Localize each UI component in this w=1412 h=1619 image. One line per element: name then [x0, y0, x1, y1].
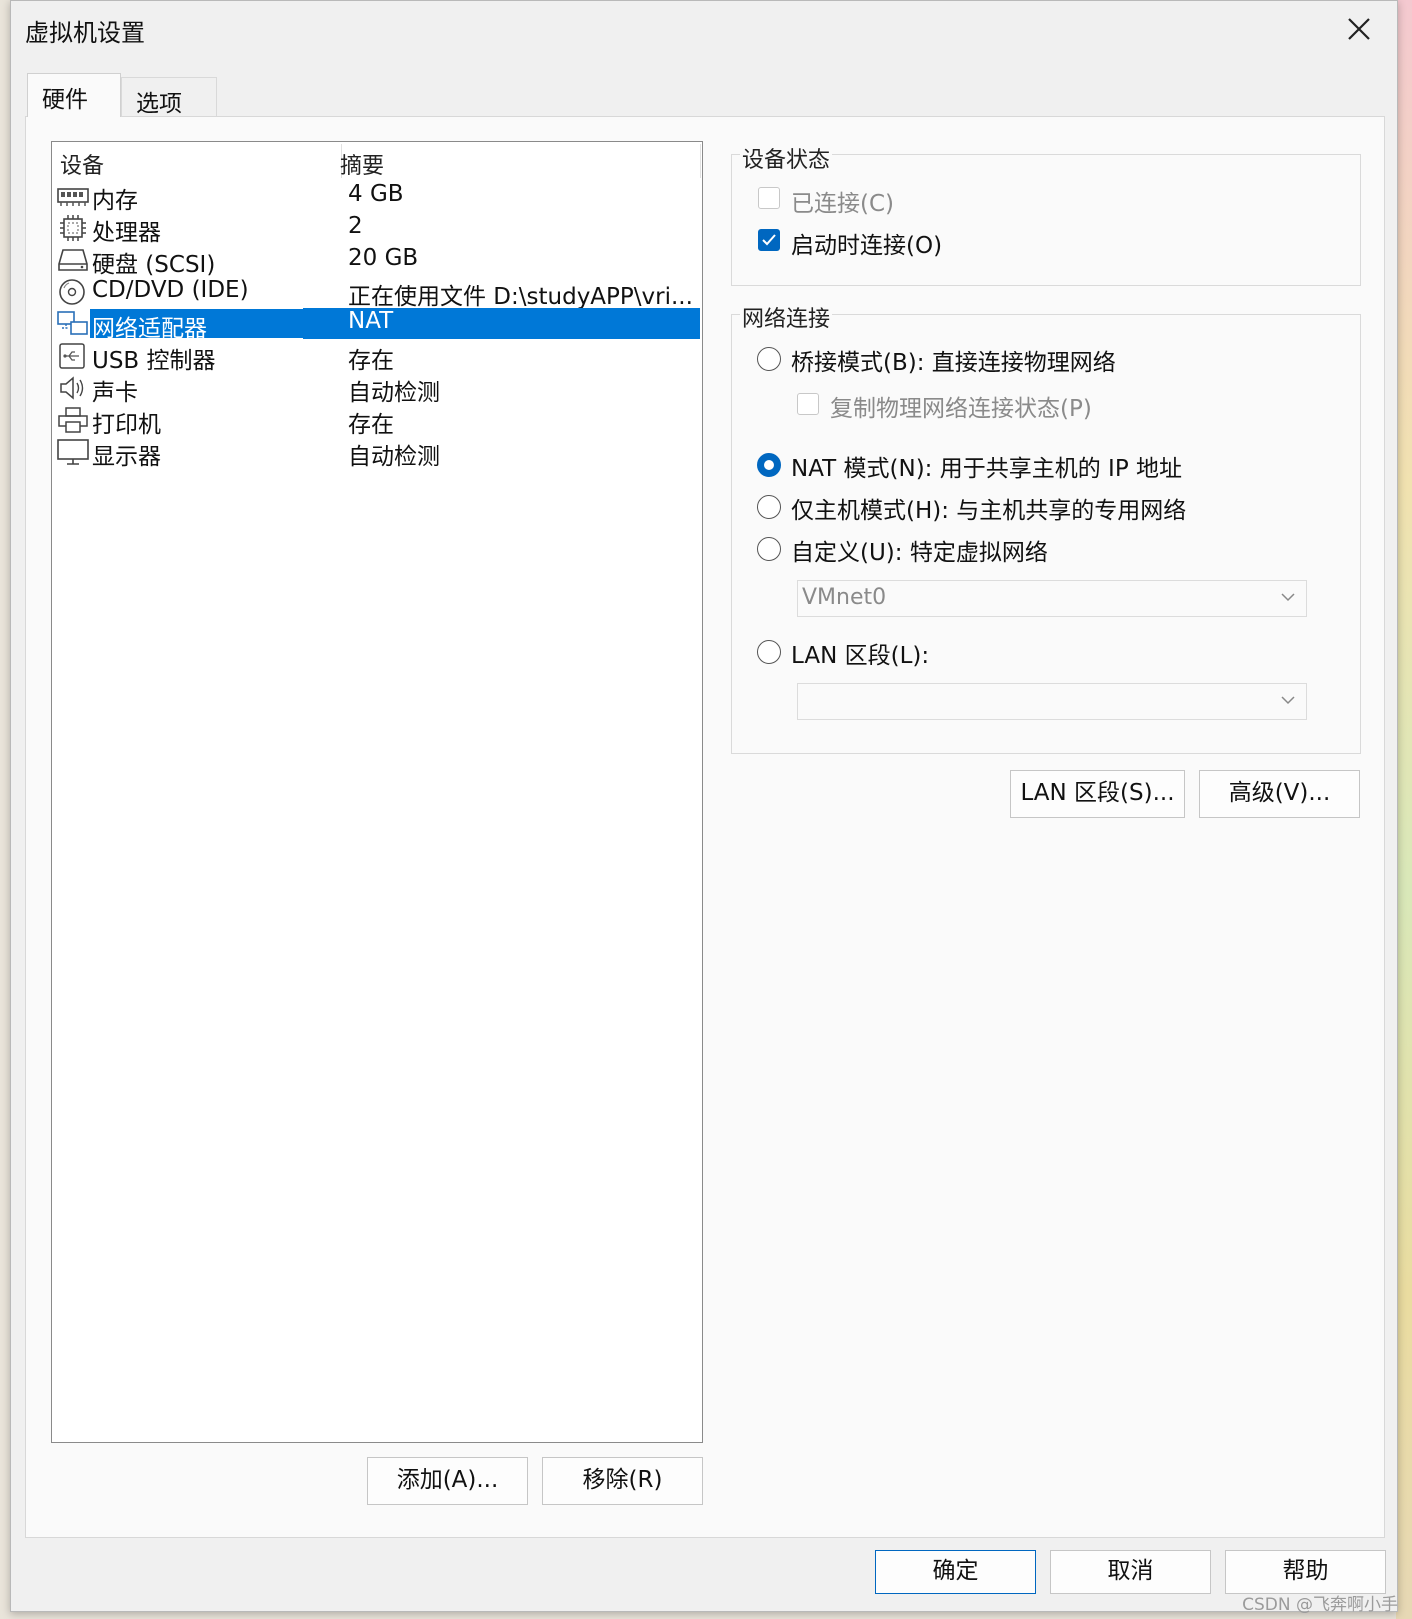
cd-dvd-icon [59, 279, 85, 305]
device-row-usb[interactable]: USB 控制器 存在 [52, 339, 702, 374]
bridged-radio[interactable] [757, 347, 781, 371]
tab-hardware[interactable]: 硬件 [27, 73, 121, 117]
device-row-hard-disk[interactable]: 硬盘 (SCSI) 20 GB [52, 243, 702, 278]
device-summary: 正在使用文件 D:\studyAPP\vri... [348, 284, 693, 310]
device-list[interactable]: 设备 摘要 内存 4 GB 处理器 2 硬盘 (SCSI) 20 GB CD/D… [51, 141, 703, 1443]
column-header-summary[interactable]: 摘要 [340, 148, 384, 180]
host-only-radio[interactable] [757, 495, 781, 519]
advanced-button[interactable]: 高级(V)... [1199, 770, 1360, 818]
device-row-cd-dvd[interactable]: CD/DVD (IDE) 正在使用文件 D:\studyAPP\vri... [52, 275, 702, 310]
close-button[interactable] [1339, 11, 1379, 47]
monitor-icon [57, 439, 89, 465]
column-divider [700, 144, 701, 178]
connect-at-power-on-label: 启动时连接(O) [791, 233, 943, 259]
device-summary: 20 GB [348, 245, 419, 271]
replicate-state-label: 复制物理网络连接状态(P) [830, 396, 1092, 422]
ok-button[interactable]: 确定 [875, 1550, 1036, 1594]
device-row-display[interactable]: 显示器 自动检测 [52, 435, 702, 470]
device-name: 网络适配器 [90, 309, 334, 342]
close-icon [1348, 18, 1370, 40]
device-summary: 自动检测 [348, 380, 440, 406]
device-name: 内存 [92, 188, 138, 214]
remove-button[interactable]: 移除(R) [542, 1457, 703, 1505]
watermark-text: CSDN @飞奔啊小手 [1242, 1595, 1398, 1615]
title-bar: 虚拟机设置 [11, 1, 1397, 57]
device-name: 声卡 [92, 380, 138, 406]
window-title: 虚拟机设置 [25, 19, 145, 47]
usb-icon [59, 343, 85, 369]
printer-icon [58, 407, 88, 433]
custom-network-value: VMnet0 [802, 585, 887, 610]
device-summary: 存在 [348, 348, 394, 374]
memory-icon [57, 188, 89, 206]
nat-radio[interactable] [757, 453, 781, 477]
cancel-button[interactable]: 取消 [1050, 1550, 1211, 1594]
device-summary: 4 GB [348, 181, 404, 207]
replicate-state-checkbox[interactable] [797, 393, 819, 415]
device-row-memory[interactable]: 内存 4 GB [52, 179, 702, 214]
vm-settings-dialog: 虚拟机设置 硬件 选项 设备 摘要 内存 4 GB 处理器 2 硬盘 (SCSI… [10, 0, 1398, 1612]
device-name: CD/DVD (IDE) [92, 277, 249, 303]
connected-label: 已连接(C) [791, 191, 895, 217]
device-name: 处理器 [92, 220, 161, 246]
nat-label: NAT 模式(N): 用于共享主机的 IP 地址 [791, 456, 1182, 482]
chevron-down-icon [1281, 696, 1295, 705]
network-adapter-icon [57, 311, 88, 335]
device-summary: NAT [303, 308, 700, 339]
device-name: 显示器 [92, 444, 161, 470]
add-button[interactable]: 添加(A)... [367, 1457, 528, 1505]
hard-disk-icon [58, 249, 88, 271]
device-row-network-adapter[interactable]: 网络适配器 NAT [52, 307, 702, 342]
connected-checkbox[interactable] [758, 187, 780, 209]
chevron-down-icon [1281, 593, 1295, 602]
lan-segment-radio[interactable] [757, 640, 781, 664]
desktop-wallpaper [1396, 0, 1412, 1619]
custom-radio[interactable] [757, 537, 781, 561]
lan-segment-select[interactable] [797, 683, 1307, 720]
bridged-label: 桥接模式(B): 直接连接物理网络 [791, 350, 1116, 376]
host-only-label: 仅主机模式(H): 与主机共享的专用网络 [791, 498, 1187, 524]
device-summary: 存在 [348, 412, 394, 438]
device-name: 打印机 [92, 412, 161, 438]
custom-label: 自定义(U): 特定虚拟网络 [791, 540, 1048, 566]
checkmark-icon [762, 234, 776, 246]
device-list-header: 设备 摘要 [52, 142, 702, 180]
device-name: 硬盘 (SCSI) [92, 252, 216, 278]
speaker-icon [60, 376, 84, 400]
processor-icon [60, 215, 86, 241]
device-summary: 自动检测 [348, 444, 440, 470]
device-row-processor[interactable]: 处理器 2 [52, 211, 702, 246]
device-name: USB 控制器 [92, 348, 216, 374]
lan-segments-button[interactable]: LAN 区段(S)... [1010, 770, 1185, 818]
help-button[interactable]: 帮助 [1225, 1550, 1386, 1594]
device-summary: 2 [348, 213, 363, 239]
custom-network-select[interactable]: VMnet0 [797, 580, 1307, 617]
device-row-sound-card[interactable]: 声卡 自动检测 [52, 371, 702, 406]
lan-segment-label: LAN 区段(L): [791, 643, 930, 669]
device-status-title: 设备状态 [740, 142, 833, 174]
device-row-printer[interactable]: 打印机 存在 [52, 403, 702, 438]
connect-at-power-on-checkbox[interactable] [758, 229, 780, 251]
network-connection-title: 网络连接 [740, 301, 833, 333]
tab-options[interactable]: 选项 [121, 77, 217, 117]
column-header-device[interactable]: 设备 [60, 148, 104, 180]
